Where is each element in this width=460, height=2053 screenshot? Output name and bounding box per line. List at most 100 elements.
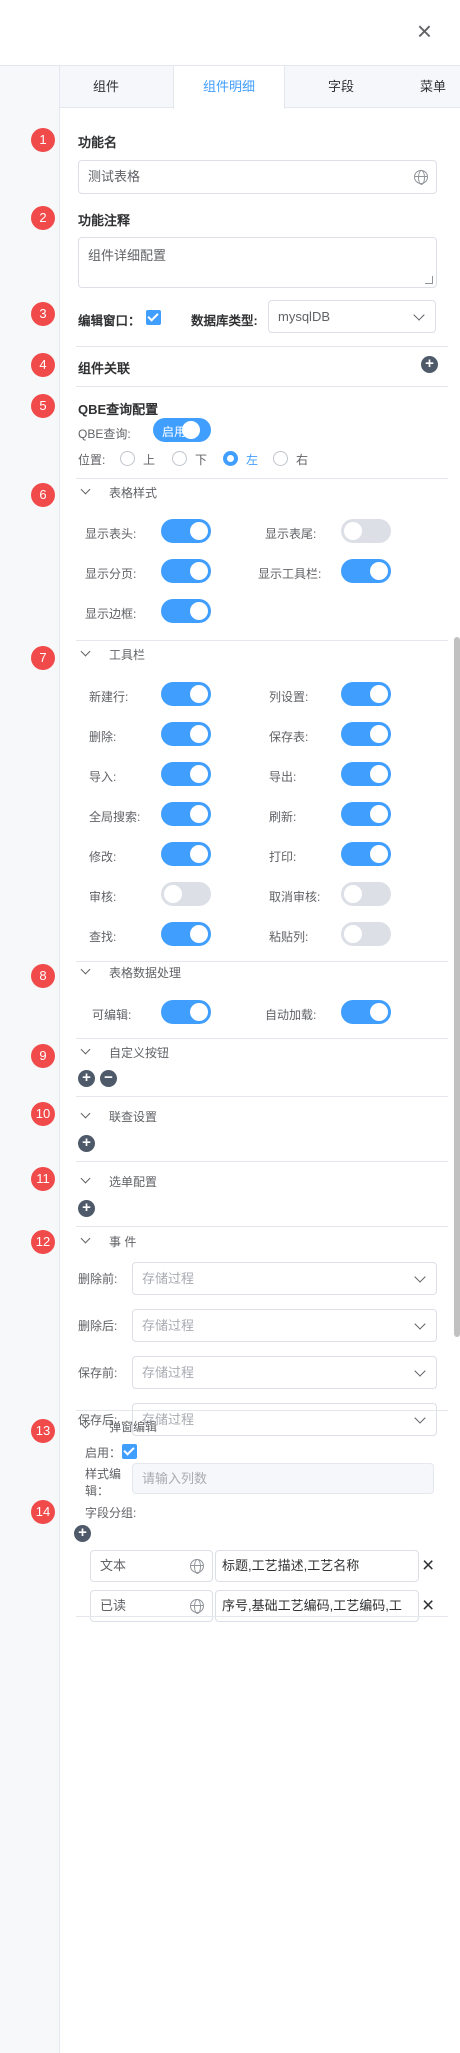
position-radio-left[interactable] — [223, 451, 238, 466]
tab-menu[interactable]: 菜单 — [405, 66, 460, 108]
toolbar-toggle-switch[interactable] — [161, 882, 211, 906]
step-badge: 8 — [31, 964, 55, 988]
chevron-down-icon[interactable] — [80, 1108, 91, 1119]
toolbar-toggle-switch[interactable] — [161, 922, 211, 946]
tab-fields[interactable]: 字段 — [295, 66, 387, 108]
chevron-down-icon — [414, 1412, 426, 1424]
toolbar-toggle-switch[interactable] — [341, 762, 391, 786]
show-pagination-switch[interactable] — [161, 559, 211, 583]
events-title[interactable]: 事 件 — [109, 1233, 136, 1250]
qbe-enable-switch[interactable]: 启用 — [153, 418, 211, 442]
chevron-down-icon[interactable] — [80, 484, 91, 495]
position-radio-bottom[interactable] — [172, 451, 187, 466]
func-name-label: 功能名 — [78, 135, 118, 150]
toolbar-toggle-switch[interactable] — [341, 802, 391, 826]
step-badge: 1 — [31, 128, 55, 152]
chevron-down-icon[interactable] — [80, 1173, 91, 1184]
globe-icon[interactable] — [190, 1559, 204, 1574]
toggle-label: 导入: — [89, 770, 117, 784]
tab-component[interactable]: 组件 — [60, 66, 152, 108]
add-link-icon[interactable]: + — [421, 356, 438, 373]
show-border-switch[interactable] — [161, 599, 211, 623]
add-linked-query-icon[interactable]: + — [78, 1135, 95, 1152]
chevron-down-icon — [413, 309, 425, 321]
divider — [76, 1616, 448, 1617]
toolbar-toggle-switch[interactable] — [341, 842, 391, 866]
add-select-config-icon[interactable]: + — [78, 1200, 95, 1217]
delete-row-icon[interactable]: × — [422, 1595, 434, 1616]
chevron-down-icon — [414, 1271, 426, 1283]
edit-window-checkbox[interactable] — [146, 310, 161, 325]
toolbar-toggle-switch[interactable] — [161, 682, 211, 706]
toolbar-toggle-switch[interactable] — [161, 762, 211, 786]
tab-component-detail[interactable]: 组件明细 — [173, 66, 285, 109]
func-name-input[interactable]: 测试表格 — [78, 160, 437, 194]
toggle-label: 全局搜索: — [89, 810, 141, 824]
field-group-name-input[interactable]: 已读 — [90, 1590, 213, 1622]
step-badge: 9 — [31, 1044, 55, 1068]
remove-button-icon[interactable]: − — [100, 1070, 117, 1087]
chevron-down-icon[interactable] — [80, 1044, 91, 1055]
func-note-textarea[interactable]: 组件详细配置 — [78, 237, 437, 288]
step-badge: 2 — [31, 206, 55, 230]
event-label: 保存前: — [78, 1366, 118, 1380]
component-link-label: 组件关联 — [78, 361, 131, 376]
delete-row-icon[interactable]: × — [422, 1555, 434, 1576]
close-icon[interactable]: × — [417, 16, 432, 46]
popup-edit-title[interactable]: 弹窗编辑 — [109, 1418, 157, 1435]
data-process-title[interactable]: 表格数据处理 — [109, 964, 181, 981]
globe-icon[interactable] — [190, 1599, 204, 1614]
field-group-name-input[interactable]: 文本 — [90, 1550, 213, 1582]
field-group-fields-input[interactable]: 序号,基础工艺编码,工艺编码,工 — [215, 1590, 419, 1622]
add-button-icon[interactable]: + — [78, 1070, 95, 1087]
resize-handle-icon[interactable] — [425, 276, 433, 284]
chevron-down-icon — [414, 1365, 426, 1377]
auto-load-switch[interactable] — [341, 1000, 391, 1024]
toolbar-toggle-switch[interactable] — [341, 922, 391, 946]
chevron-down-icon[interactable] — [80, 964, 91, 975]
field-group-fields-input[interactable]: 标题,工艺描述,工艺名称 — [215, 1550, 419, 1582]
toolbar-toggle-switch[interactable] — [161, 722, 211, 746]
event-procedure-select[interactable]: 存储过程 — [132, 1309, 437, 1342]
toolbar-toggle-switch[interactable] — [341, 722, 391, 746]
popup-style-label-2: 辑： — [85, 1484, 110, 1498]
scrollbar[interactable] — [454, 637, 460, 1337]
show-header-switch[interactable] — [161, 519, 211, 543]
linked-query-title[interactable]: 联查设置 — [109, 1108, 157, 1125]
field-group-fields: 标题,工艺描述,工艺名称 — [222, 1558, 360, 1573]
event-procedure-select[interactable]: 存储过程 — [132, 1356, 437, 1389]
table-style-title[interactable]: 表格样式 — [109, 484, 157, 501]
select-config-title[interactable]: 选单配置 — [109, 1173, 157, 1190]
editable-switch[interactable] — [161, 1000, 211, 1024]
toolbar-toggle-switch[interactable] — [161, 842, 211, 866]
add-field-group-icon[interactable]: + — [74, 1525, 91, 1542]
chevron-down-icon[interactable] — [80, 646, 91, 657]
position-radio-top[interactable] — [120, 451, 135, 466]
popup-columns-input[interactable]: 请输入列数 — [132, 1463, 434, 1494]
custom-buttons-title[interactable]: 自定义按钮 — [109, 1044, 169, 1061]
event-procedure-placeholder: 存储过程 — [142, 1271, 195, 1286]
toggle-label: 新建行: — [89, 690, 129, 704]
toggle-label: 可编辑: — [92, 1008, 132, 1022]
divider — [76, 961, 448, 962]
globe-icon[interactable] — [414, 170, 428, 185]
show-toolbar-switch[interactable] — [341, 559, 391, 583]
position-radio-right[interactable] — [273, 451, 288, 466]
chevron-down-icon[interactable] — [80, 1233, 91, 1244]
db-type-value: mysqlDB — [278, 309, 331, 324]
event-procedure-select[interactable]: 存储过程 — [132, 1262, 437, 1295]
toolbar-title[interactable]: 工具栏 — [109, 646, 145, 663]
popup-enable-checkbox[interactable] — [122, 1444, 137, 1459]
toolbar-toggle-switch[interactable] — [161, 802, 211, 826]
toggle-label: 显示表尾: — [265, 527, 317, 541]
toggle-label: 列设置: — [269, 690, 309, 704]
event-procedure-select[interactable]: 存储过程 — [132, 1403, 437, 1436]
field-group-name: 已读 — [100, 1598, 127, 1613]
event-label: 删除后: — [78, 1319, 118, 1333]
toolbar-toggle-switch[interactable] — [341, 682, 391, 706]
show-footer-switch[interactable] — [341, 519, 391, 543]
db-type-select[interactable]: mysqlDB — [268, 300, 436, 333]
toolbar-toggle-switch[interactable] — [341, 882, 391, 906]
popup-enable-label: 启用： — [85, 1446, 122, 1460]
position-left-label: 左 — [246, 453, 259, 467]
